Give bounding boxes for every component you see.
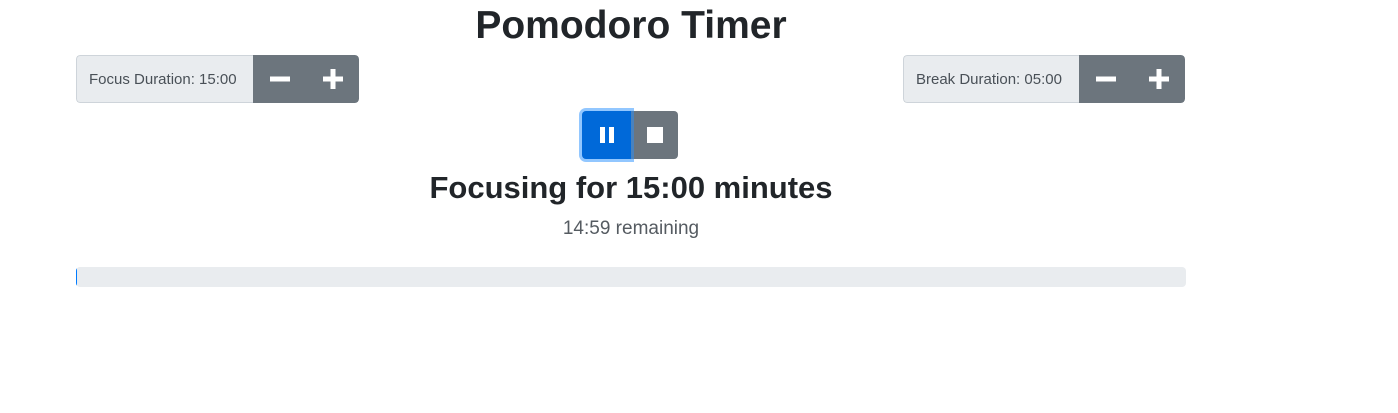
page-title: Pomodoro Timer bbox=[475, 4, 787, 47]
break-duration-group: Break Duration: 05:00 bbox=[903, 55, 1185, 103]
minus-icon bbox=[269, 76, 290, 82]
plus-icon bbox=[322, 69, 343, 89]
pomodoro-page: Pomodoro Timer Focus Duration: 15:00 Bre… bbox=[0, 0, 1398, 413]
minus-icon bbox=[1095, 76, 1116, 82]
break-increase-button[interactable] bbox=[1132, 55, 1185, 103]
stop-button[interactable] bbox=[631, 111, 678, 159]
progress-fill bbox=[76, 267, 78, 287]
break-decrease-button[interactable] bbox=[1079, 55, 1132, 103]
timer-controls bbox=[582, 111, 678, 159]
status-heading: Focusing for 15:00 minutes bbox=[429, 170, 833, 205]
pause-icon bbox=[599, 127, 614, 143]
progress-bar bbox=[76, 267, 1186, 287]
time-remaining: 14:59 remaining bbox=[562, 218, 700, 239]
focus-duration-label: Focus Duration: 15:00 bbox=[76, 55, 253, 103]
focus-duration-group: Focus Duration: 15:00 bbox=[76, 55, 359, 103]
stop-icon bbox=[646, 127, 663, 143]
focus-increase-button[interactable] bbox=[306, 55, 359, 103]
pause-button[interactable] bbox=[582, 111, 631, 159]
focus-decrease-button[interactable] bbox=[253, 55, 306, 103]
break-duration-label: Break Duration: 05:00 bbox=[903, 55, 1079, 103]
plus-icon bbox=[1148, 69, 1169, 89]
